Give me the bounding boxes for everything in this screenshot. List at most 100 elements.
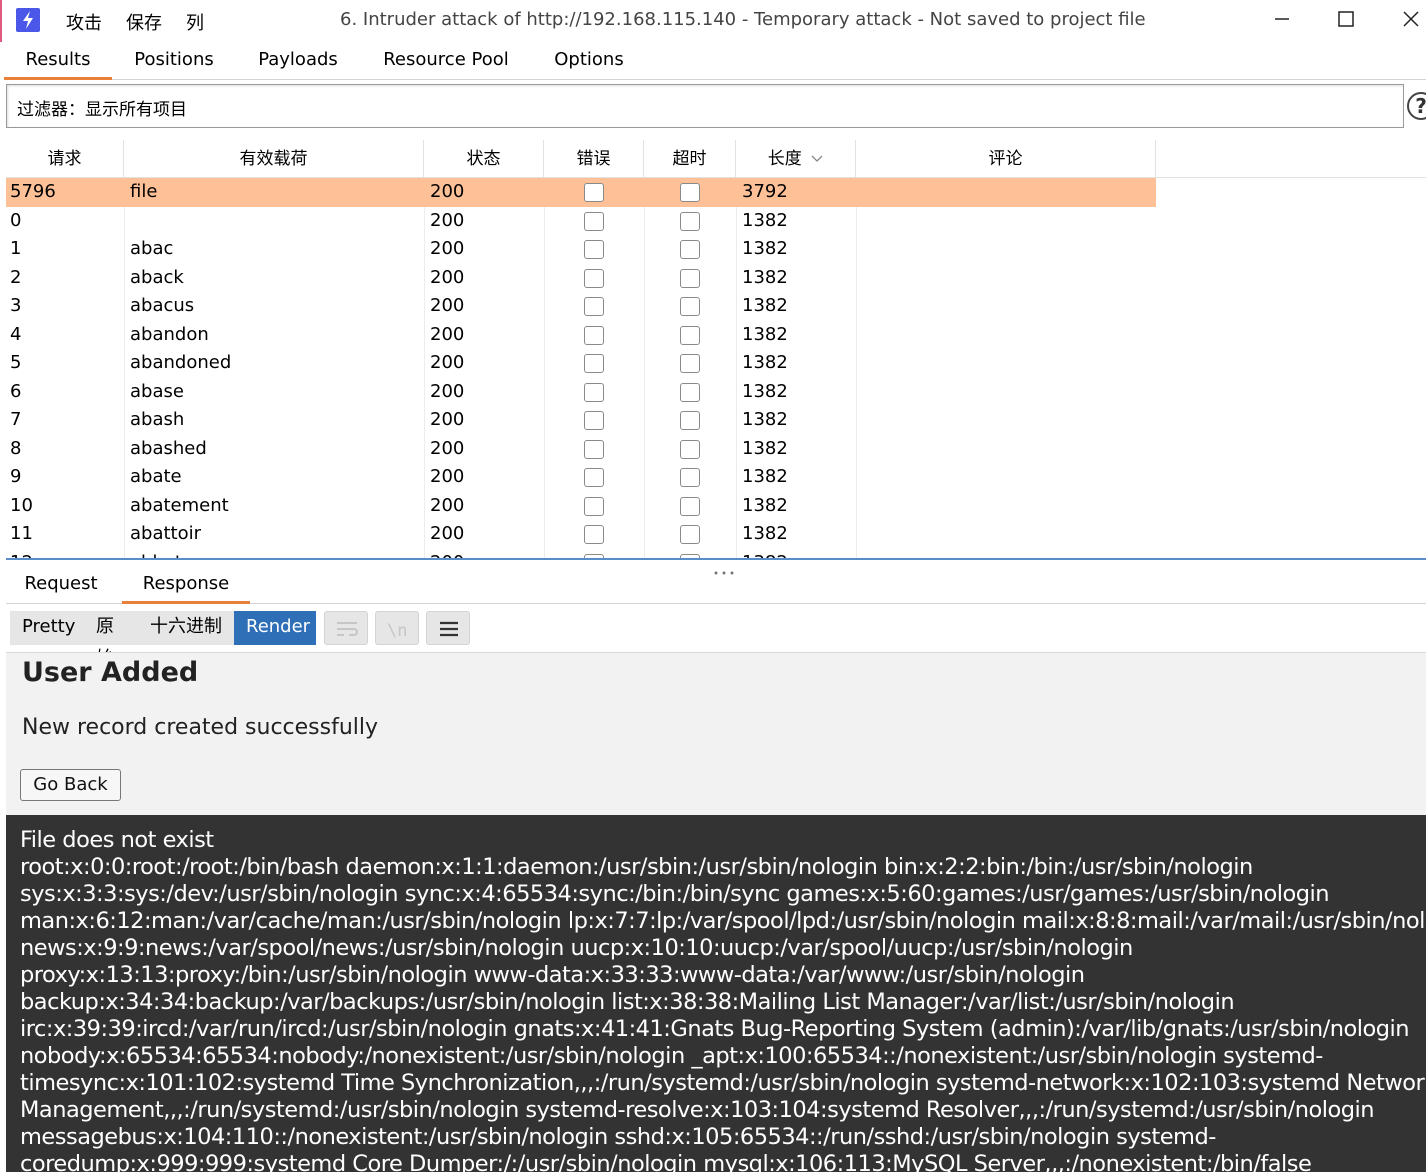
cell-length: 1382 bbox=[742, 494, 788, 516]
close-icon[interactable] bbox=[1400, 8, 1422, 30]
error-checkbox[interactable] bbox=[584, 468, 604, 487]
table-row[interactable]: 7 abash 200 1382 bbox=[6, 406, 1156, 435]
table-row[interactable]: 3 abacus 200 1382 bbox=[6, 292, 1156, 321]
message-tabs: Request Response bbox=[6, 566, 1426, 604]
error-checkbox[interactable] bbox=[584, 211, 604, 231]
cell-request: 4 bbox=[10, 323, 22, 345]
timeout-checkbox[interactable] bbox=[680, 496, 700, 516]
response-output: File does not exist root:x:0:0:root:/root… bbox=[6, 815, 1426, 1172]
menu-icon[interactable] bbox=[426, 611, 470, 645]
error-checkbox[interactable] bbox=[584, 439, 604, 459]
cell-payload: abate bbox=[130, 466, 182, 487]
maximize-icon[interactable] bbox=[1335, 8, 1357, 30]
table-row[interactable]: 2 aback 200 1382 bbox=[6, 264, 1156, 293]
timeout-checkbox[interactable] bbox=[680, 439, 700, 459]
cell-status: 200 bbox=[430, 523, 465, 544]
timeout-checkbox[interactable] bbox=[680, 297, 700, 316]
cell-length: 1382 bbox=[742, 437, 788, 459]
tab-request[interactable]: Request bbox=[12, 566, 110, 604]
cell-status: 200 bbox=[430, 437, 465, 459]
menu-columns[interactable]: 列 bbox=[186, 9, 204, 35]
error-checkbox[interactable] bbox=[584, 297, 604, 316]
error-checkbox[interactable] bbox=[584, 268, 604, 288]
col-header-length-label: 长度 bbox=[767, 149, 802, 169]
minimize-icon[interactable] bbox=[1271, 8, 1293, 30]
error-checkbox[interactable] bbox=[584, 411, 604, 430]
filter-label: 过滤器：显示所有项目 bbox=[17, 100, 187, 120]
error-checkbox[interactable] bbox=[584, 325, 604, 345]
timeout-checkbox[interactable] bbox=[680, 183, 700, 202]
timeout-checkbox[interactable] bbox=[680, 468, 700, 487]
cell-request: 5796 bbox=[10, 181, 56, 202]
timeout-checkbox[interactable] bbox=[680, 525, 700, 544]
output-line: sys:x:3:3:sys:/dev:/usr/sbin/nologin syn… bbox=[20, 881, 1330, 907]
go-back-button[interactable]: Go Back bbox=[20, 769, 121, 801]
col-header-length[interactable]: 长度 bbox=[736, 140, 856, 178]
timeout-checkbox[interactable] bbox=[680, 411, 700, 430]
cell-payload: abac bbox=[130, 238, 174, 259]
cell-payload: abandon bbox=[130, 323, 209, 345]
error-checkbox[interactable] bbox=[584, 240, 604, 259]
view-pretty-button[interactable]: Pretty bbox=[10, 611, 84, 645]
cell-status: 200 bbox=[430, 181, 465, 202]
timeout-checkbox[interactable] bbox=[680, 240, 700, 259]
timeout-checkbox[interactable] bbox=[680, 268, 700, 288]
table-row[interactable]: 4 abandon 200 1382 bbox=[6, 321, 1156, 350]
error-checkbox[interactable] bbox=[584, 496, 604, 516]
output-line: Management,,,:/run/systemd:/usr/sbin/nol… bbox=[20, 1097, 1375, 1123]
view-render-button[interactable]: Render bbox=[234, 611, 316, 645]
table-row[interactable]: 6 abase 200 1382 bbox=[6, 378, 1156, 407]
tab-results[interactable]: Results bbox=[4, 42, 112, 80]
response-message: New record created successfully bbox=[22, 715, 379, 740]
newline-icon[interactable]: \n bbox=[375, 611, 419, 645]
table-row[interactable]: 11 abattoir 200 1382 bbox=[6, 520, 1156, 549]
cell-request: 3 bbox=[10, 295, 22, 316]
menu-save[interactable]: 保存 bbox=[126, 9, 162, 35]
cell-status: 200 bbox=[430, 295, 465, 316]
filter-bar[interactable]: 过滤器：显示所有项目 bbox=[6, 84, 1404, 128]
timeout-checkbox[interactable] bbox=[680, 354, 700, 373]
table-row[interactable]: 9 abate 200 1382 bbox=[6, 463, 1156, 492]
table-row[interactable]: 1 abac 200 1382 bbox=[6, 235, 1156, 264]
col-header-payload[interactable]: 有效载荷 bbox=[124, 140, 424, 178]
help-icon[interactable]: ? bbox=[1407, 92, 1426, 120]
timeout-checkbox[interactable] bbox=[680, 382, 700, 402]
tab-response[interactable]: Response bbox=[122, 566, 250, 604]
error-checkbox[interactable] bbox=[584, 183, 604, 202]
error-checkbox[interactable] bbox=[584, 382, 604, 402]
cell-request: 7 bbox=[10, 409, 22, 430]
pane-splitter[interactable] bbox=[6, 558, 1426, 560]
col-header-timeout[interactable]: 超时 bbox=[644, 140, 736, 178]
cell-status: 200 bbox=[430, 323, 465, 345]
tab-positions[interactable]: Positions bbox=[124, 42, 224, 80]
col-header-status[interactable]: 状态 bbox=[424, 140, 544, 178]
view-hex-button[interactable]: 十六进制 bbox=[138, 611, 234, 645]
table-row[interactable]: 8 abashed 200 1382 bbox=[6, 435, 1156, 464]
table-row[interactable]: 5 abandoned 200 1382 bbox=[6, 349, 1156, 378]
error-checkbox[interactable] bbox=[584, 525, 604, 544]
wrap-lines-icon[interactable] bbox=[324, 611, 368, 645]
cell-payload: abattoir bbox=[130, 523, 202, 544]
rendered-response: User Added New record created successful… bbox=[6, 652, 1426, 815]
tab-resource-pool[interactable]: Resource Pool bbox=[376, 42, 516, 80]
error-checkbox[interactable] bbox=[584, 354, 604, 373]
table-row[interactable]: 10 abatement 200 1382 bbox=[6, 492, 1156, 521]
col-header-error[interactable]: 错误 bbox=[544, 140, 644, 178]
timeout-checkbox[interactable] bbox=[680, 211, 700, 231]
view-raw-button[interactable]: 原始 bbox=[84, 611, 138, 669]
passwd-output: File does not exist root:x:0:0:root:/root… bbox=[20, 827, 1426, 1172]
results-table: 请求 有效载荷 状态 错误 超时 长度 评论 5796 file 200 3792 0 2… bbox=[6, 140, 1426, 559]
cell-length: 1382 bbox=[742, 523, 788, 544]
table-row[interactable]: 5796 file 200 3792 bbox=[6, 178, 1156, 207]
output-line: coredump:x:999:999:systemd Core Dumper:/… bbox=[20, 1151, 1312, 1172]
col-header-comment[interactable]: 评论 bbox=[856, 140, 1156, 178]
table-row[interactable]: 0 200 1382 bbox=[6, 207, 1156, 236]
output-line: File does not exist bbox=[20, 827, 214, 853]
menu-attack[interactable]: 攻击 bbox=[66, 9, 102, 35]
timeout-checkbox[interactable] bbox=[680, 325, 700, 345]
output-line: proxy:x:13:13:proxy:/bin:/usr/sbin/nolog… bbox=[20, 962, 1085, 988]
tab-payloads[interactable]: Payloads bbox=[248, 42, 348, 80]
tab-options[interactable]: Options bbox=[544, 42, 634, 80]
sort-chevron-down-icon bbox=[811, 155, 823, 162]
col-header-request[interactable]: 请求 bbox=[6, 140, 124, 178]
